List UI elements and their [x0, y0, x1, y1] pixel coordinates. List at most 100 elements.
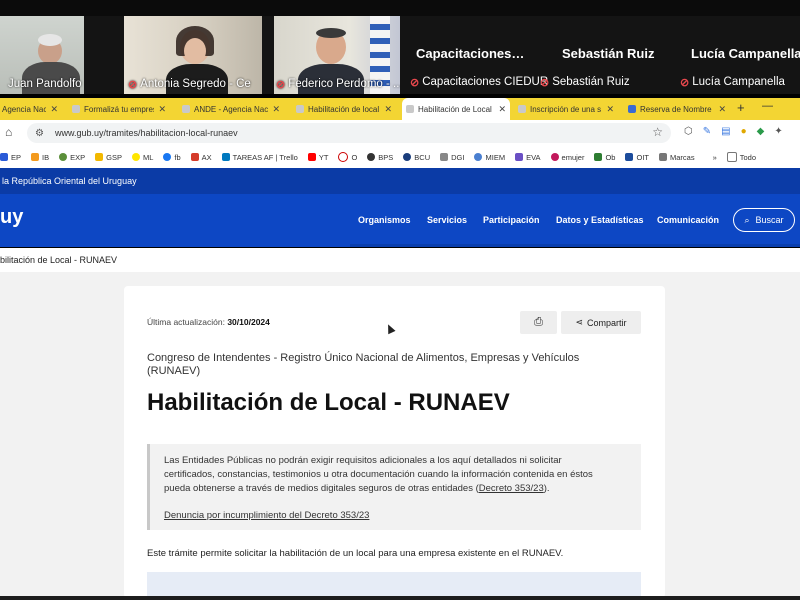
close-tab-icon[interactable]: ✕	[384, 104, 392, 115]
nav-servicios[interactable]: Servicios	[427, 215, 467, 225]
audio-tile-ciedur[interactable]: Capacitaciones… ⊘ Capacitaciones CIEDUR	[410, 16, 548, 94]
bookmark-ml[interactable]: ML	[131, 153, 153, 162]
extension-icon[interactable]: ✦	[774, 126, 782, 137]
participant-name: ⊘ Antonia Segredo - Ce	[128, 78, 251, 91]
bookmark-miem[interactable]: MIEM	[474, 153, 505, 162]
notice-text: Las Entidades Públicas no podrán exigir …	[164, 455, 593, 494]
hair	[316, 28, 346, 38]
muted-mic-icon: ⊘	[276, 78, 286, 91]
nav-underline	[350, 244, 800, 247]
bookmark-ib[interactable]: IB	[31, 153, 49, 162]
tab-favicon	[296, 105, 304, 113]
bookmark-marcas[interactable]: Marcas	[658, 153, 695, 162]
tab-habilitacion-local[interactable]: Habilitación de local ✕	[292, 100, 396, 118]
close-tab-icon[interactable]: ✕	[50, 104, 58, 115]
tab-inscripcion[interactable]: Inscripción de una s ✕	[514, 100, 618, 118]
close-tab-icon[interactable]: ✕	[498, 104, 506, 115]
url-bar[interactable]: ⚙ www.gub.uy/tramites/habilitacion-local…	[27, 123, 671, 143]
close-tab-icon[interactable]: ✕	[606, 104, 614, 115]
extension-icon[interactable]: ✎	[703, 126, 711, 137]
audio-tile-lucia[interactable]: Lucía Campanella ⊘ Lucía Campanella	[678, 16, 800, 94]
bookmark-ob[interactable]: Ob	[594, 153, 615, 162]
bookmark-bcu[interactable]: BCU	[403, 153, 430, 162]
bookmark-trello[interactable]: TAREAS AF | Trello	[221, 153, 298, 162]
site-logo[interactable]: uy	[0, 206, 23, 229]
tab-reserva-nombre[interactable]: Reserva de Nombre ✕	[624, 100, 730, 118]
tab-favicon	[72, 105, 80, 113]
share-icon: ⋖	[575, 317, 584, 327]
participant-name: ⊘ Sebastián Ruiz	[540, 76, 630, 89]
bookmark-exp[interactable]: EXP	[59, 153, 85, 162]
extension-icon[interactable]: ⬡	[684, 126, 693, 137]
bookmark-dgi[interactable]: DGI	[440, 153, 464, 162]
search-button[interactable]: ⌕ Buscar	[733, 208, 795, 232]
tab-formaliza[interactable]: Formalizá tu empres ✕	[68, 100, 170, 118]
site-info-icon[interactable]: ⚙	[35, 128, 49, 139]
bookmark-emujer[interactable]: emujer	[550, 153, 584, 162]
nav-datos-estadisticas[interactable]: Datos y Estadísticas	[556, 215, 644, 225]
nav-comunicacion[interactable]: Comunicación	[657, 215, 719, 225]
bookmark-ax[interactable]: AX	[190, 153, 212, 162]
extension-icon[interactable]: ▤	[721, 126, 730, 137]
window-controls[interactable]: —	[762, 100, 779, 112]
info-box	[147, 572, 641, 598]
print-button[interactable]: ⎙	[520, 311, 557, 334]
close-tab-icon[interactable]: ✕	[272, 104, 280, 115]
bookmark-bps[interactable]: BPS	[367, 153, 393, 162]
meeting-top-bar	[0, 0, 800, 16]
participant-name: ⊘ Capacitaciones CIEDUR	[410, 76, 549, 89]
last-updated: Última actualización: 30/10/2024	[147, 317, 270, 327]
address-bar-row: ⌂ ⚙ www.gub.uy/tramites/habilitacion-loc…	[0, 120, 800, 146]
nav-participacion[interactable]: Participación	[483, 215, 540, 225]
home-icon[interactable]: ⌂	[5, 125, 12, 139]
extension-icon[interactable]: ●	[741, 126, 747, 137]
face	[184, 38, 206, 64]
tab-habilitacion-local-active[interactable]: Habilitación de Local ✕	[402, 98, 510, 120]
close-tab-icon[interactable]: ✕	[718, 104, 726, 115]
bookmark-eva[interactable]: EVA	[515, 153, 541, 162]
breadcrumb-current: bilitación de Local - RUNAEV	[0, 255, 118, 265]
nav-organismos[interactable]: Organismos	[358, 215, 411, 225]
muted-mic-icon: ⊘	[680, 77, 690, 89]
bookmark-folder-todo[interactable]: Todo	[726, 152, 756, 162]
complaint-link[interactable]: Denuncia por incumplimiento del Decreto …	[164, 510, 369, 521]
new-tab-button[interactable]: +	[737, 100, 745, 115]
audio-tile-sebastian[interactable]: Sebastián Ruiz ⊘ Sebastián Ruiz	[540, 16, 670, 94]
tab-favicon	[518, 105, 526, 113]
bookmark-gsp[interactable]: GSP	[95, 153, 122, 162]
bookmark-yt[interactable]: YT	[307, 153, 328, 162]
more-bookmarks-icon[interactable]: »	[713, 153, 717, 162]
gov-top-bar: la República Oriental del Uruguay	[0, 168, 800, 194]
bookmark-oit[interactable]: OIT	[625, 153, 649, 162]
site-navbar: uy Organismos Servicios Participación Da…	[0, 194, 800, 247]
content-card: Última actualización: 30/10/2024 ⎙ ⋖ Comp…	[124, 286, 665, 598]
muted-mic-icon: ⊘	[128, 78, 138, 91]
tab-favicon	[628, 105, 636, 113]
bottom-bar	[0, 596, 800, 600]
decree-notice: Las Entidades Públicas no podrán exigir …	[147, 444, 641, 530]
decree-link[interactable]: Decreto 353/23	[479, 483, 544, 494]
url-text: www.gub.uy/tramites/habilitacion-local-r…	[55, 128, 238, 138]
tab-favicon	[406, 105, 414, 113]
tab-ande[interactable]: ANDE - Agencia Nac ✕	[178, 100, 284, 118]
video-tile-juan[interactable]: Juan Pandolfo	[0, 16, 84, 94]
participant-title: Capacitaciones…	[416, 46, 525, 61]
tab-favicon	[182, 105, 190, 113]
participant-name: Juan Pandolfo	[8, 78, 82, 90]
bookmark-star-icon[interactable]: ☆	[652, 125, 663, 139]
browser-tab-strip: Agencia Nac ✕ Formalizá tu empres ✕ ANDE -…	[0, 98, 800, 120]
gov-bar-text: la República Oriental del Uruguay	[2, 176, 137, 186]
muted-mic-icon: ⊘	[540, 77, 550, 89]
extension-icon[interactable]: ◆	[757, 126, 765, 137]
share-button[interactable]: ⋖ Compartir	[561, 311, 641, 334]
video-tile-federico[interactable]: ⊘ Federico Perdomo - ...	[274, 16, 400, 94]
participant-name: ⊘ Federico Perdomo - ...	[276, 78, 400, 91]
bookmark-o[interactable]: O	[338, 152, 357, 162]
close-tab-icon[interactable]: ✕	[158, 104, 166, 115]
video-tile-antonia[interactable]: ⊘ Antonia Segredo - Ce	[124, 16, 262, 94]
muted-mic-icon: ⊘	[410, 77, 420, 89]
tab-agencia[interactable]: Agencia Nac ✕	[0, 100, 62, 118]
bookmark-ep[interactable]: EP	[0, 153, 21, 162]
bookmark-fb[interactable]: fb	[163, 153, 181, 162]
hair	[38, 34, 62, 46]
